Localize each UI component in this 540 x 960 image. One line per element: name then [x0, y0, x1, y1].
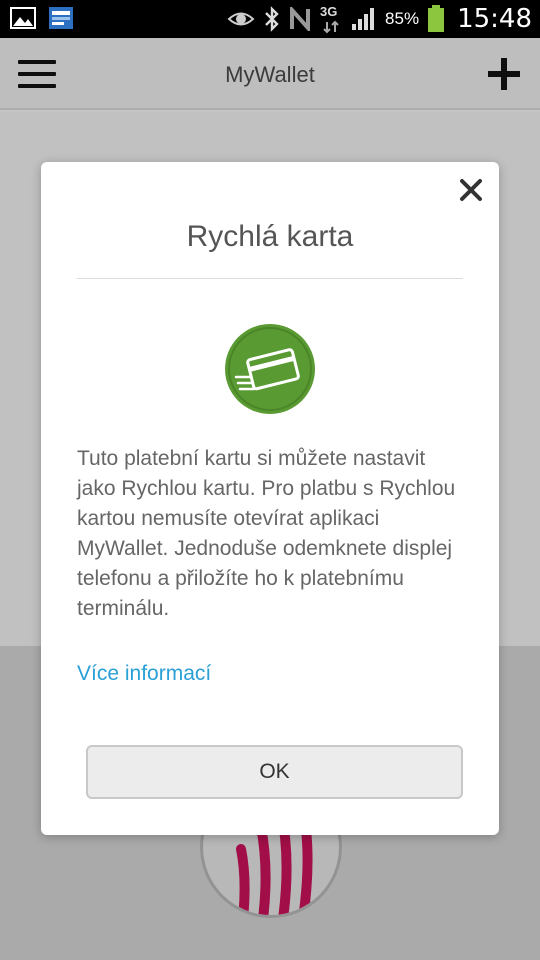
battery-percent: 85% [385, 9, 420, 28]
dialog-divider [77, 278, 463, 279]
signal-icon [352, 8, 375, 30]
quick-card-dialog: Rychlá karta Tuto platební kartu si může… [41, 162, 499, 835]
image-icon [10, 7, 36, 29]
notification-icons [10, 6, 74, 30]
battery-icon [428, 5, 445, 32]
eye-icon [227, 12, 255, 26]
close-icon[interactable] [457, 176, 485, 204]
network-3g-icon: 3G [319, 2, 343, 36]
ok-button[interactable]: OK [86, 745, 463, 799]
clock: 15:48 [457, 4, 532, 34]
dialog-title: Rychlá karta [186, 220, 354, 253]
nfc-icon [290, 7, 311, 31]
dialog-body-text: Tuto platební kartu si můžete nastavit j… [77, 447, 456, 620]
system-icons: 3G 85% 15:48 [227, 0, 532, 38]
bluetooth-icon [265, 6, 279, 32]
network-type-label: 3G [320, 4, 338, 19]
more-info-link[interactable]: Více informací [77, 662, 211, 686]
quick-card-icon [225, 324, 315, 414]
app-notification-icon [49, 7, 73, 29]
status-bar: 3G 85% 15:48 [0, 0, 540, 38]
